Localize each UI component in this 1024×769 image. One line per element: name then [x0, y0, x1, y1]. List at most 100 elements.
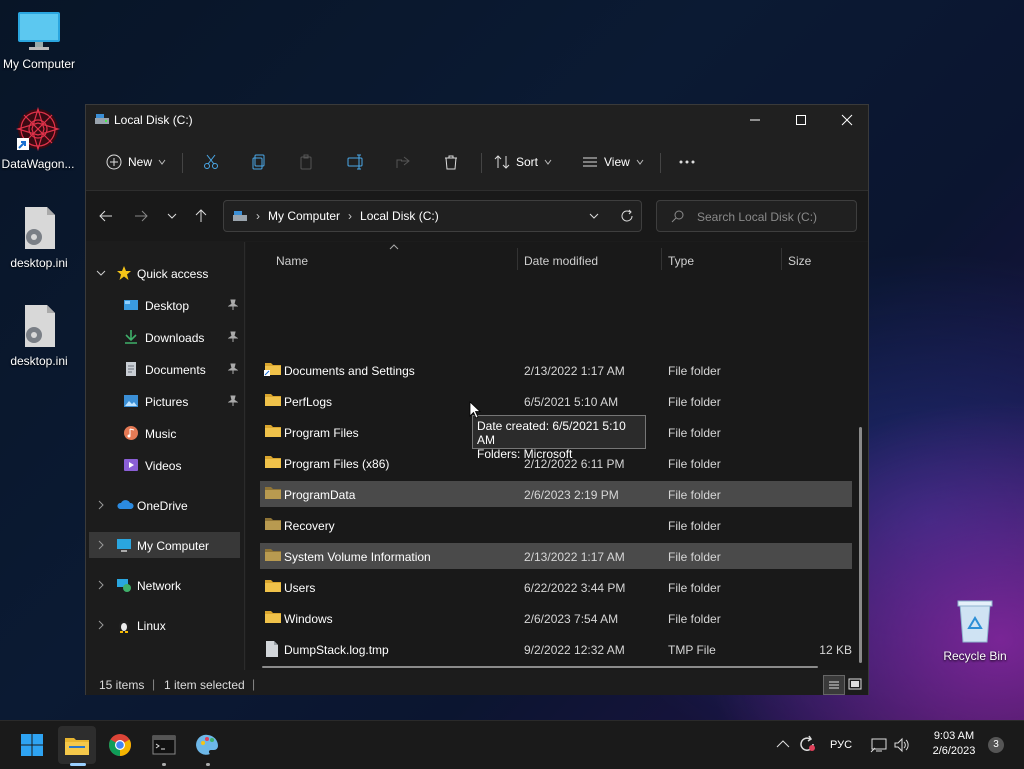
desktop-icon-recycle-bin[interactable]: Recycle Bin	[933, 598, 1017, 663]
taskbar-paint-app[interactable]	[194, 731, 222, 759]
nav-my-computer[interactable]: My Computer	[89, 532, 240, 558]
breadcrumb-my-computer[interactable]: My Computer	[268, 209, 340, 223]
arrow-left-icon	[99, 210, 112, 222]
chevron-down-icon[interactable]	[588, 212, 600, 222]
nav-label: Videos	[145, 459, 182, 473]
details-view-icon	[829, 681, 839, 689]
table-row[interactable]: ProgramData 2/6/2023 2:19 PM File folder	[260, 481, 852, 507]
refresh-icon[interactable]	[620, 209, 634, 223]
file-type: File folder	[668, 395, 721, 409]
table-row[interactable]: Users 6/22/2022 3:44 PM File folder	[260, 574, 852, 600]
delete-button[interactable]	[443, 145, 459, 179]
chevron-up-icon[interactable]	[776, 739, 790, 749]
taskbar-terminal[interactable]	[150, 731, 178, 759]
chevron-down-icon	[544, 159, 552, 165]
nav-videos[interactable]: Videos	[86, 452, 244, 478]
nav-onedrive[interactable]: OneDrive	[86, 492, 244, 518]
column-header-date[interactable]: Date modified	[524, 254, 598, 268]
copy-button[interactable]	[251, 145, 267, 179]
table-row[interactable]: Recovery File folder	[260, 512, 852, 538]
file-icon	[266, 641, 278, 657]
row-icon	[264, 640, 280, 661]
forward-button[interactable]	[132, 207, 150, 225]
nav-music[interactable]: Music	[86, 420, 244, 446]
rename-button[interactable]	[347, 145, 365, 179]
desktop-icon-desktop-ini-1[interactable]: desktop.ini	[0, 205, 81, 270]
table-row[interactable]: Documents and Settings 2/13/2022 1:17 AM F…	[260, 357, 852, 383]
breadcrumb-local-disk[interactable]: Local Disk (C:)	[360, 209, 439, 223]
search-box[interactable]: Search Local Disk (C:)	[656, 200, 857, 232]
arrow-right-icon	[135, 210, 148, 222]
language-indicator[interactable]: РУС	[830, 739, 852, 751]
taskbar-file-explorer[interactable]	[58, 726, 96, 764]
desktop-icon-datawagon[interactable]: DataWagon...	[0, 106, 80, 171]
column-header-type[interactable]: Type	[668, 254, 694, 268]
minimize-button[interactable]	[732, 105, 778, 135]
nav-linux[interactable]: Linux	[86, 612, 244, 638]
desktop-icon-my-computer[interactable]: My Computer	[0, 10, 81, 71]
column-divider[interactable]	[517, 248, 518, 270]
settings-file-icon	[25, 305, 55, 347]
maximize-button[interactable]	[778, 105, 824, 135]
table-row[interactable]: System Volume Information 2/13/2022 1:17 …	[260, 543, 852, 569]
paste-button[interactable]	[299, 145, 315, 179]
clock-time: 9:03 AM	[933, 730, 975, 742]
table-row[interactable]: DumpStack.log.tmp 9/2/2022 12:32 AM TMP Fi…	[260, 636, 852, 662]
file-type: File folder	[668, 550, 721, 564]
volume-icon[interactable]	[893, 736, 911, 754]
nav-network[interactable]: Network	[86, 572, 244, 598]
settings-file-icon	[25, 207, 55, 249]
music-icon	[124, 426, 138, 440]
navigation-row: › My Computer › Local Disk (C:) Search L…	[86, 191, 868, 241]
column-divider[interactable]	[781, 248, 782, 270]
network-icon[interactable]	[870, 737, 888, 753]
taskbar-chrome[interactable]	[106, 731, 134, 759]
back-button[interactable]	[97, 207, 115, 225]
nav-quick-access[interactable]: Quick access	[86, 260, 244, 286]
recent-locations-button[interactable]	[163, 207, 181, 225]
sort-button[interactable]: Sort	[494, 145, 552, 179]
minimize-icon	[750, 119, 760, 121]
notification-badge[interactable]: 3	[988, 737, 1004, 753]
chevron-down-icon	[158, 159, 166, 165]
sort-icon	[494, 155, 510, 169]
cut-button[interactable]	[203, 145, 219, 179]
address-bar[interactable]: › My Computer › Local Disk (C:)	[223, 200, 642, 232]
clock[interactable]: 9:03 AM 2/6/2023	[920, 729, 988, 759]
up-button[interactable]	[192, 207, 210, 225]
folder-icon	[265, 518, 281, 530]
close-button[interactable]	[824, 105, 870, 135]
new-button[interactable]: New	[106, 145, 166, 179]
file-name: Program Files (x86)	[284, 457, 390, 471]
nav-downloads[interactable]: Downloads	[86, 324, 244, 350]
start-button[interactable]	[18, 731, 46, 759]
vertical-scrollbar[interactable]	[859, 427, 862, 663]
horizontal-scrollbar[interactable]	[262, 666, 818, 668]
table-row[interactable]: PerfLogs 6/5/2021 5:10 AM File folder	[260, 388, 852, 414]
large-icons-view-button[interactable]	[846, 675, 864, 693]
column-divider[interactable]	[661, 248, 662, 270]
nav-desktop[interactable]: Desktop	[86, 292, 244, 318]
sync-icon[interactable]	[798, 735, 816, 753]
picture-icon	[124, 395, 138, 407]
maximize-icon	[796, 115, 806, 125]
nav-documents[interactable]: Documents	[86, 356, 244, 382]
column-header-size[interactable]: Size	[788, 254, 811, 268]
column-header-name[interactable]: Name	[276, 254, 308, 268]
command-bar: New Sort View	[86, 135, 868, 191]
row-icon	[264, 392, 282, 411]
view-button[interactable]: View	[582, 145, 644, 179]
desktop-icon-desktop-ini-2[interactable]: desktop.ini	[0, 303, 81, 368]
details-view-button[interactable]	[823, 675, 845, 695]
table-row[interactable]: Windows 2/6/2023 7:54 AM File folder	[260, 605, 852, 631]
more-options-button[interactable]	[678, 145, 696, 179]
nav-pictures[interactable]: Pictures	[86, 388, 244, 414]
drive-icon	[233, 211, 247, 221]
more-icon	[679, 160, 695, 164]
share-button[interactable]	[395, 145, 411, 179]
notification-count: 3	[993, 739, 999, 750]
title-bar[interactable]: Local Disk (C:)	[86, 105, 868, 135]
file-date: 6/5/2021 5:10 AM	[524, 395, 619, 409]
nav-label: My Computer	[137, 539, 210, 553]
row-icon	[264, 454, 282, 473]
